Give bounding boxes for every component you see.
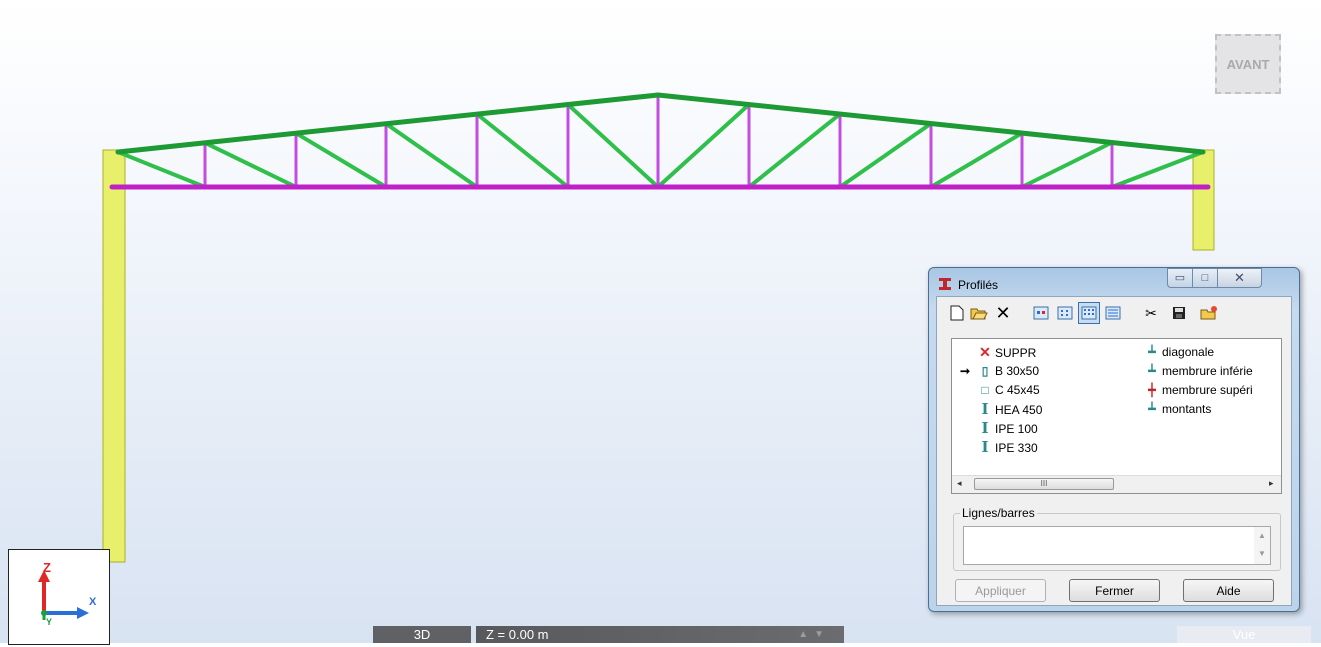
list-view-icon[interactable] (1078, 302, 1100, 324)
profiles-dialog[interactable]: Profilés ▭ □ ✕ ✕ ✂ ✕ SUPPR ➞ ▯ B 30x50 □… (928, 267, 1300, 612)
small-icons-view-icon[interactable] (1054, 302, 1076, 324)
view-cube-label: AVANT (1226, 56, 1270, 72)
profile-label: HEA 450 (995, 403, 1043, 417)
dialog-body: ✕ ✂ ✕ SUPPR ➞ ▯ B 30x50 □ C 45x45 I HEA 450 I IPE … (936, 296, 1292, 606)
dialog-title: Profilés (958, 278, 999, 292)
horizontal-scrollbar[interactable]: ◂ III ▸ (952, 475, 1281, 493)
cut-icon[interactable]: ✂ (1140, 302, 1162, 324)
diagonal-member[interactable] (203, 140, 298, 189)
tab-3d[interactable]: 3D (373, 626, 471, 643)
selected-arrow-icon: ➞ (960, 364, 971, 378)
diagonal-member[interactable] (566, 102, 660, 189)
profiles-list[interactable]: ✕ SUPPR ➞ ▯ B 30x50 □ C 45x45 I HEA 450 I IPE 100 I… (951, 338, 1282, 494)
upper-chord-left[interactable] (115, 92, 661, 155)
diagonal-member[interactable] (838, 121, 933, 189)
scroll-right-icon[interactable]: ▸ (1269, 478, 1274, 489)
folder-star-icon[interactable] (1198, 302, 1220, 324)
open-folder-icon[interactable] (968, 302, 990, 324)
minimize-button[interactable]: ▭ (1167, 268, 1193, 288)
column-left[interactable] (102, 149, 126, 563)
profile-item[interactable]: □ C 45x45 (960, 381, 1040, 399)
profile-item[interactable]: I IPE 330 (960, 438, 1038, 456)
square-section-icon: □ (981, 383, 989, 397)
diagonal-member[interactable] (475, 112, 570, 189)
view-cube[interactable]: AVANT (1215, 34, 1281, 94)
scroll-thumb[interactable]: III (974, 478, 1114, 490)
group-label: membrure inférie (1162, 364, 1253, 378)
z-level-arrows-icon[interactable]: ▲▼ (798, 626, 830, 643)
dialog-toolbar: ✕ ✂ (942, 301, 1284, 327)
delete-icon[interactable]: ✕ (992, 302, 1014, 324)
diagonal-member[interactable] (384, 121, 479, 189)
profile-i-beam-icon (939, 278, 951, 290)
tee-section-icon: ┷ (1148, 345, 1156, 359)
profile-label: C 45x45 (995, 383, 1040, 397)
i-section-icon: I (981, 400, 989, 418)
maximize-button[interactable]: □ (1192, 268, 1218, 288)
new-icon[interactable] (946, 302, 968, 324)
diagonal-member[interactable] (116, 150, 207, 189)
tab-vue[interactable]: Vue (1177, 626, 1311, 643)
group-item[interactable]: ┷ montants (1145, 400, 1211, 418)
apply-button[interactable]: Appliquer (955, 579, 1046, 602)
axis-y-label: Y (46, 617, 53, 627)
group-label: montants (1162, 402, 1212, 416)
diagonal-member[interactable] (1020, 140, 1114, 189)
lines-input[interactable] (963, 526, 1271, 565)
details-view-icon[interactable] (1102, 302, 1124, 324)
delete-x-icon: ✕ (979, 344, 991, 360)
scroll-left-icon[interactable]: ◂ (957, 478, 962, 489)
diagonal-member[interactable] (1110, 150, 1205, 189)
profile-item[interactable]: ➞ ▯ B 30x50 (960, 362, 1039, 380)
cross-section-icon: ┿ (1148, 383, 1156, 397)
close-window-button[interactable]: ✕ (1217, 268, 1262, 288)
profile-item[interactable]: I HEA 450 (960, 400, 1042, 418)
profile-label: SUPPR (995, 346, 1037, 360)
group-label: diagonale (1162, 345, 1215, 359)
save-icon[interactable] (1168, 302, 1190, 324)
group-item[interactable]: ┷ membrure inférie (1145, 362, 1253, 380)
lines-group: Lignes/barres ▲ ▼ (953, 506, 1281, 571)
diagonal-member[interactable] (294, 131, 388, 189)
help-button[interactable]: Aide (1183, 579, 1274, 602)
group-item[interactable]: ┿ membrure supéri (1145, 381, 1253, 399)
rect-section-icon: ▯ (981, 364, 989, 378)
axis-z-label: Z (43, 560, 51, 575)
profile-label: B 30x50 (995, 364, 1040, 378)
group-label: membrure supéri (1162, 383, 1253, 397)
i-section-icon: I (981, 438, 989, 456)
i-section-icon: I (981, 419, 989, 437)
column-right[interactable] (1192, 149, 1215, 251)
diagonal-member[interactable] (656, 102, 751, 189)
profile-item[interactable]: ✕ SUPPR (960, 343, 1036, 361)
axis-x-label: X (89, 596, 97, 608)
axis-indicator: Z X Y (8, 549, 110, 645)
z-level-label: Z = 0.00 m (486, 627, 549, 642)
z-level-bar[interactable]: Z = 0.00 m ▲▼ (476, 626, 844, 643)
close-button[interactable]: Fermer (1069, 579, 1160, 602)
group-item[interactable]: ┷ diagonale (1145, 343, 1214, 361)
profile-label: IPE 330 (995, 441, 1038, 455)
tee-section-icon: ┷ (1148, 364, 1156, 378)
lines-scroll-icon[interactable]: ▲ ▼ (1254, 527, 1270, 564)
large-icons-view-icon[interactable] (1030, 302, 1052, 324)
tee-section-icon: ┷ (1148, 402, 1156, 416)
profile-item[interactable]: I IPE 100 (960, 419, 1038, 437)
profile-label: IPE 100 (995, 422, 1038, 436)
diagonal-member[interactable] (929, 131, 1024, 189)
diagonal-member[interactable] (747, 112, 842, 189)
lines-group-label: Lignes/barres (960, 506, 1037, 520)
